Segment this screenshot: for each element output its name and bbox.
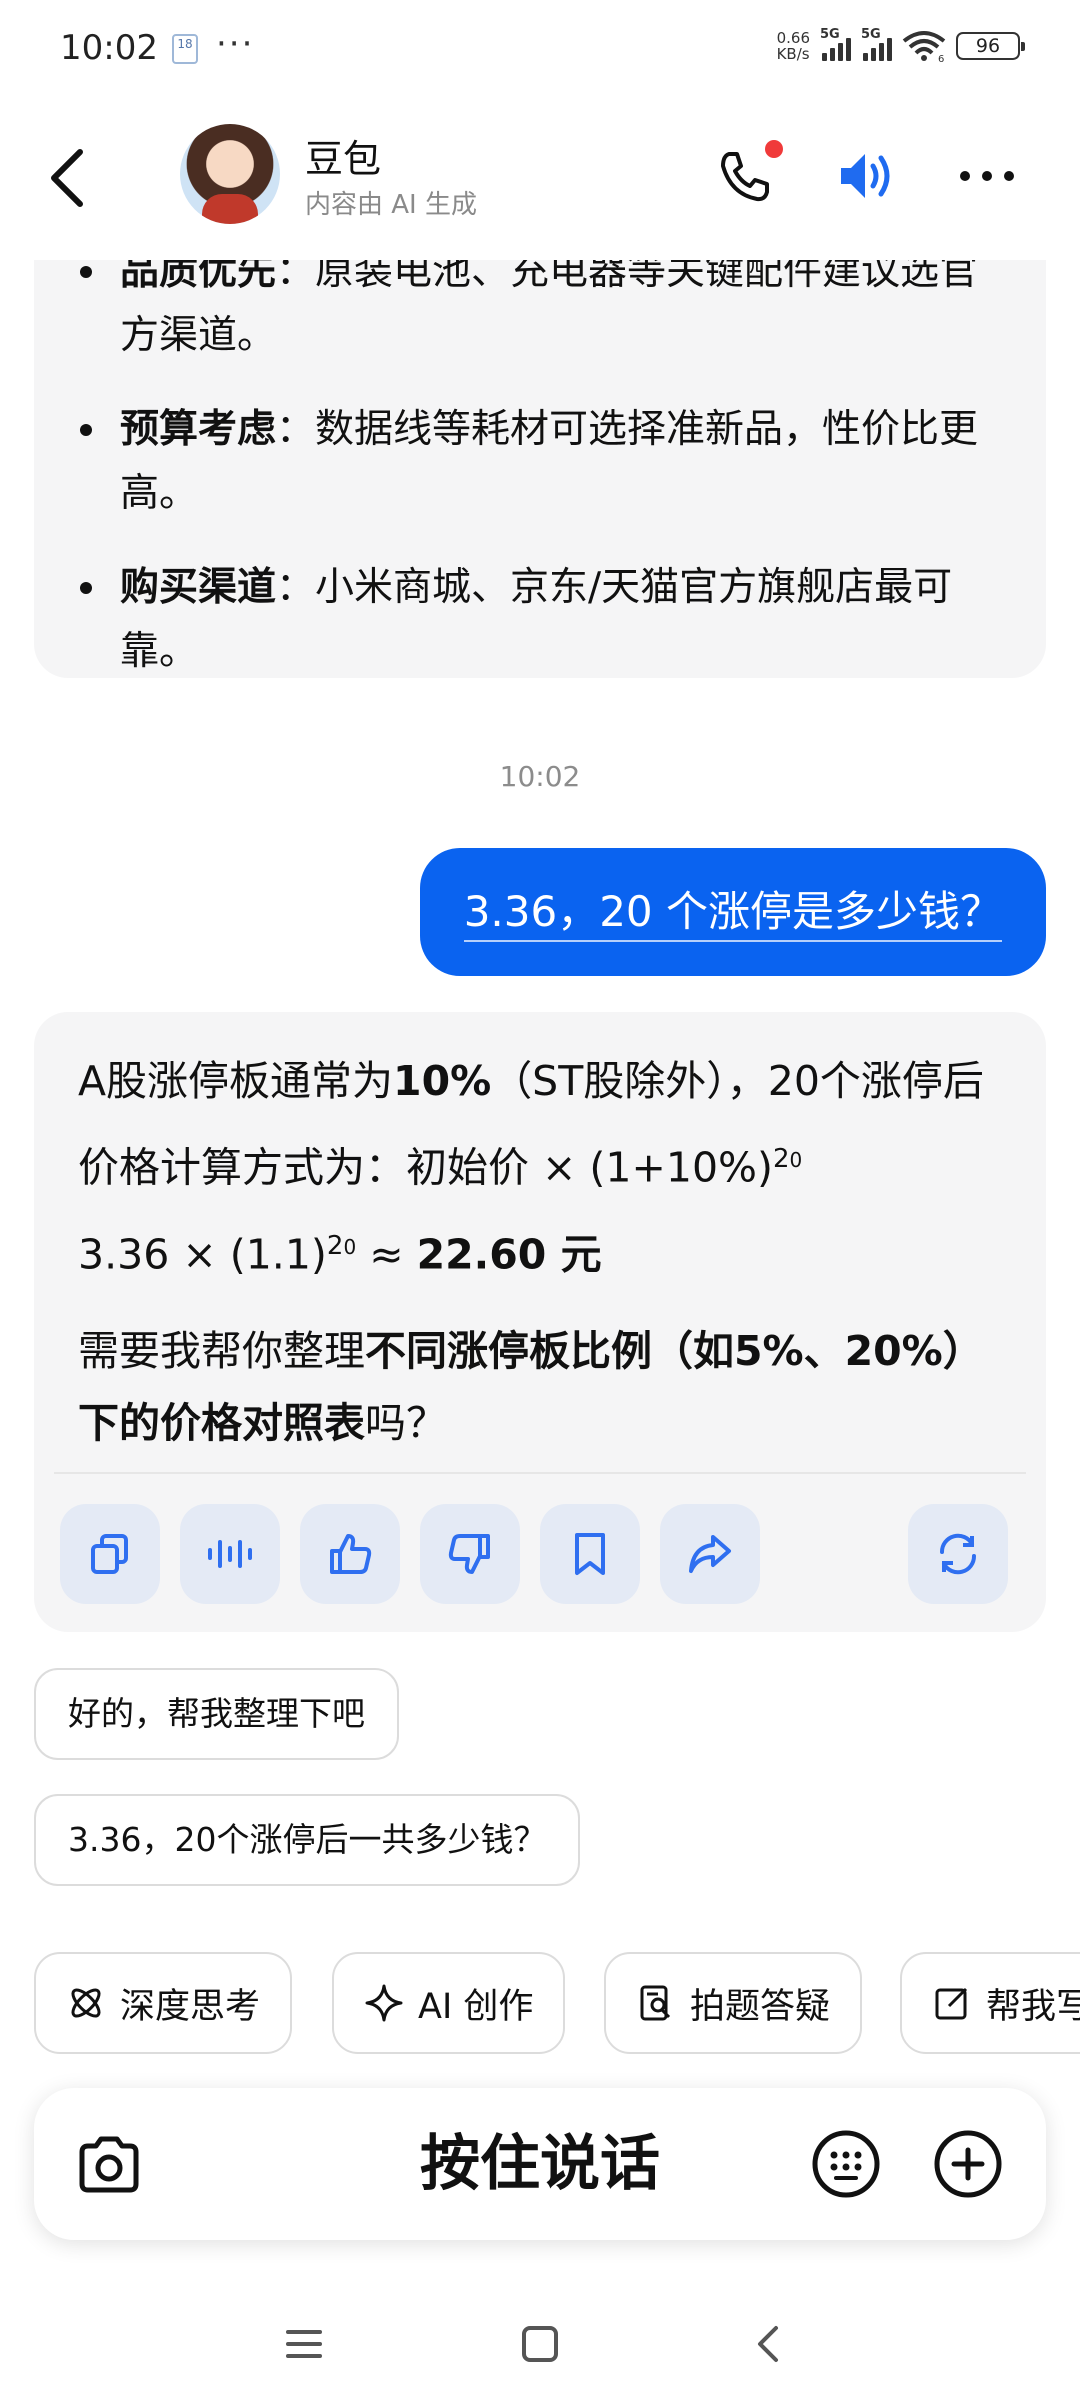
menu-nav-button[interactable] — [274, 2314, 334, 2374]
list-item: 预算考虑：数据线等耗材可选择准新品，性价比更高。 — [80, 398, 1000, 526]
like-button[interactable] — [300, 1504, 400, 1604]
list-item: 购买渠道：小米商城、京东/天猫官方旗舰店最可靠。 — [80, 556, 1000, 684]
notification-icon: 18 — [172, 34, 198, 64]
refresh-icon — [939, 1533, 977, 1575]
dislike-button[interactable] — [420, 1504, 520, 1604]
battery-indicator: 96 — [956, 32, 1025, 60]
camera-button[interactable] — [74, 2130, 144, 2200]
avatar[interactable] — [180, 124, 280, 224]
copy-button[interactable] — [60, 1504, 160, 1604]
tool-shortcuts-row[interactable]: 深度思考 AI 创作 拍题答疑 帮我写 — [34, 1952, 1080, 2056]
edit-icon — [935, 1987, 968, 2020]
wifi-icon: 6 — [902, 31, 946, 62]
ai-reply-text: A股涨停板通常为10%（ST股除外），20个涨停后价格计算方式为：初始价 × (… — [78, 1057, 984, 1448]
copy-icon — [91, 1534, 128, 1574]
help-me-write-button[interactable]: 帮我写 — [900, 1952, 1080, 2054]
ai-message-bubble: A股涨停板通常为10%（ST股除外），20个涨停后价格计算方式为：初始价 × (… — [34, 1012, 1046, 1632]
keyboard-dots-icon — [812, 2130, 880, 2198]
ai-create-button[interactable]: AI 创作 — [332, 1952, 566, 2054]
signal-sim2-icon: 5G — [861, 27, 892, 61]
share-button[interactable] — [660, 1504, 760, 1604]
system-nav-bar — [0, 2290, 1080, 2400]
add-attachment-button[interactable] — [932, 2128, 1004, 2200]
user-message-bubble[interactable]: 3.36，20 个涨停是多少钱？ — [419, 848, 1046, 976]
svg-text:6: 6 — [938, 54, 944, 62]
speaker-button[interactable] — [835, 140, 905, 210]
home-nav-button[interactable] — [510, 2314, 570, 2374]
back-nav-button[interactable] — [740, 2314, 800, 2374]
ai-disclaimer: 内容由 AI 生成 — [305, 190, 477, 220]
call-button[interactable] — [715, 140, 785, 210]
bookmark-icon — [575, 1533, 605, 1575]
chat-header: 豆包 内容由 AI 生成 — [0, 100, 1080, 260]
suggestion-chip[interactable]: 好的，帮我整理下吧 — [34, 1668, 399, 1760]
divider — [54, 1472, 1026, 1474]
menu-icon — [286, 2330, 322, 2358]
signal-sim1-icon: 5G — [820, 27, 851, 61]
suggestion-chip[interactable]: 3.36，20个涨停后一共多少钱？ — [34, 1794, 581, 1886]
more-notifications-icon: ··· — [216, 24, 255, 64]
phone-icon — [721, 152, 769, 202]
atom-icon — [71, 1988, 101, 2018]
keyboard-button[interactable] — [810, 2128, 882, 2200]
sparkle-icon — [365, 1984, 403, 2022]
read-aloud-button[interactable] — [180, 1504, 280, 1604]
bot-name: 豆包 — [305, 137, 382, 181]
status-time: 10:02 — [60, 28, 158, 68]
chevron-left-icon — [51, 149, 83, 207]
photo-search-icon — [640, 1985, 671, 2021]
input-bar: 按住说话 — [34, 2088, 1046, 2240]
deep-thinking-button[interactable]: 深度思考 — [34, 1952, 293, 2054]
home-square-icon — [522, 2326, 558, 2362]
plus-icon — [934, 2130, 1002, 2198]
notification-dot — [765, 140, 783, 158]
sound-wave-icon — [208, 1540, 252, 1568]
status-bar: 10:02 18 ··· 0.66 KB/s 5G 5G 6 96 — [0, 0, 1080, 100]
bookmark-button[interactable] — [540, 1504, 640, 1604]
hold-to-speak-button[interactable]: 按住说话 — [34, 2088, 1046, 2240]
message-timestamp: 10:02 — [499, 760, 581, 793]
back-chevron-icon — [758, 2326, 778, 2362]
more-horizontal-icon — [960, 171, 1014, 181]
back-button[interactable] — [40, 138, 100, 218]
speaker-icon — [841, 154, 890, 198]
ai-previous-bullets: 品质优先：原装电池、充电器等关键配件建议选官方渠道。 预算考虑：数据线等耗材可选… — [80, 240, 1000, 714]
regenerate-button[interactable] — [908, 1504, 1008, 1604]
thumbs-down-icon — [448, 1534, 490, 1574]
network-speed: 0.66 KB/s — [776, 29, 810, 63]
share-arrow-icon — [689, 1535, 731, 1573]
more-options-button[interactable] — [955, 140, 1025, 210]
camera-icon — [79, 2136, 139, 2193]
photo-question-button[interactable]: 拍题答疑 — [604, 1952, 863, 2054]
status-indicators: 0.66 KB/s 5G 5G 6 96 — [776, 27, 1025, 63]
thumbs-up-icon — [330, 1534, 372, 1574]
